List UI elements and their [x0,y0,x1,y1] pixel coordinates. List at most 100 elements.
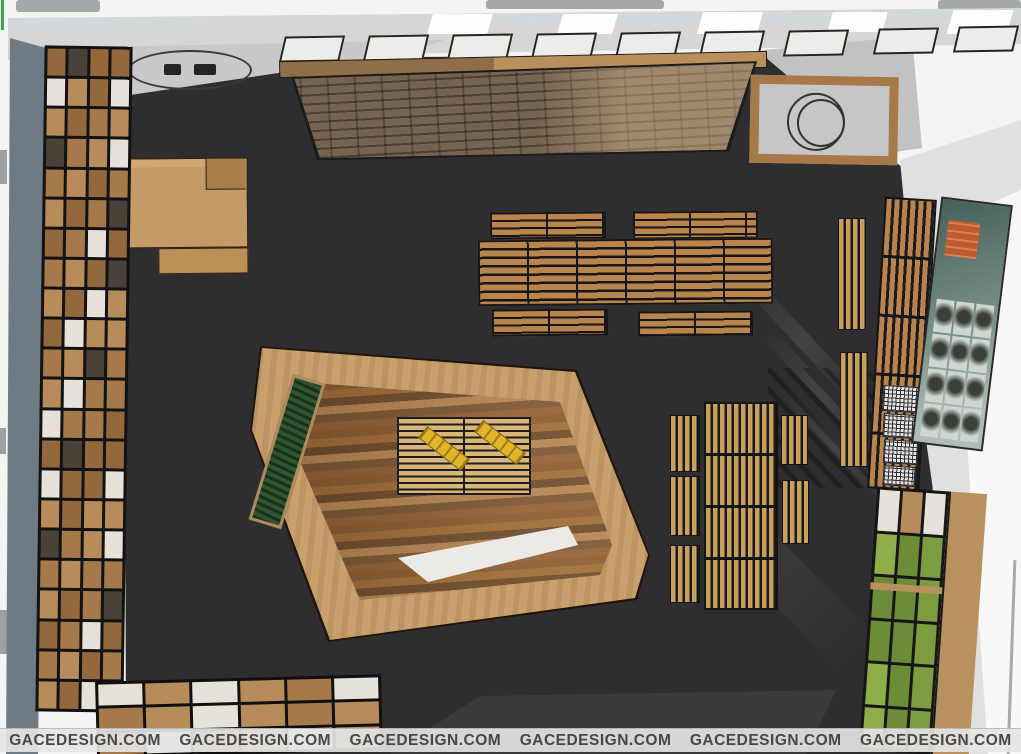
shelf-cube [103,592,122,619]
shelf-cube [193,705,238,727]
shelf-cube [43,380,62,407]
render-canvas: GACEDESIGN.COM GACEDESIGN.COM GACEDESIGN… [0,0,1021,754]
shelf-cube [335,702,380,724]
exterior-block [486,0,664,9]
shelf-cube [83,501,102,528]
mural-thumbnail [964,373,986,408]
shelf-cube [68,49,87,76]
shelf-cube [90,49,109,76]
slat-display-table [633,210,758,239]
shelf-cube [865,663,888,705]
shelf-cube [108,230,127,257]
mural-thumbnail [960,408,982,443]
mural-thumbnail [940,405,962,440]
ceiling-reflection [557,14,618,34]
counter-foot [158,247,248,274]
mural-thumbnail [920,403,942,438]
shelf-cube [45,229,64,256]
shelf-cube [897,535,920,577]
watermark-text: GACEDESIGN.COM [520,732,672,750]
axis-line [1,0,4,30]
oval-rug [128,50,252,90]
shelf-cube [64,350,83,377]
shelf-cube [86,350,105,377]
shelf-cube [145,682,190,704]
mural-thumbnail [953,301,975,336]
shelf-cube [66,229,85,256]
central-platform [245,340,655,650]
shelf-cube [44,259,63,286]
watermark-text: GACEDESIGN.COM [179,732,331,750]
shelf-cube [109,200,128,227]
mural-thumbnail [948,336,970,371]
mural-orange-panel [944,220,980,260]
mural-thumbnail [929,333,951,368]
shelf-cube [47,79,66,106]
shelf-cube [106,441,125,468]
shelf-cube [60,682,79,709]
shelf-cube [86,290,105,317]
shelf-cube [85,411,104,438]
shelf-cube [88,139,107,166]
shelf-cube [68,79,87,106]
shelf-cube [83,561,102,588]
shelf-cube [111,79,130,106]
chair [164,64,181,75]
shelf-cube [287,703,332,725]
shelf-cube [900,491,923,533]
shelf-cube [110,140,129,167]
shelf-cube [107,320,126,347]
skylight-window [783,29,849,56]
shelf-cube [111,49,130,76]
shelf-cube [192,681,237,703]
shelf-cube [65,320,84,347]
mural-thumbnails [920,299,994,443]
skylight-window [953,25,1019,52]
shelf-cube [103,622,122,649]
shelf-cube [46,109,65,136]
shelf-cube [914,623,937,665]
shelf-cube [868,620,891,662]
shelf-cube [108,290,127,317]
shelf-cube [41,500,60,527]
shelf-cube [146,707,191,729]
shelf-cube [61,561,80,588]
slat-display-table [638,310,753,336]
slat-side-table [840,352,868,467]
mural-thumbnail [968,338,990,373]
shelf-cube [84,471,103,498]
slat-side-table [781,415,808,465]
shelf-cube [62,501,81,528]
shelf-cube [82,622,101,649]
shelf-cube [99,708,144,730]
shelf-cube [63,410,82,437]
shelf-cube [42,440,61,467]
slat-display-table-large [478,238,774,307]
counter-notch [206,158,246,189]
shelf-cube [63,440,82,467]
shelf-cube [82,591,101,618]
shelf-cube [103,652,122,679]
shelf-cube [40,561,59,588]
slat-display-table [490,211,606,239]
wire-basket [882,465,915,487]
shelf-cube [81,652,100,679]
shelf-cube [86,320,105,347]
shelf-cube [104,531,123,558]
chair [194,64,216,75]
shelf-cube [334,677,379,699]
slat-side-table [670,415,700,472]
shelf-cube [65,290,84,317]
shelf-cube [41,531,60,558]
watermark-text: GACEDESIGN.COM [350,732,502,750]
slat-side-table [670,545,700,603]
shelf-cube [109,170,128,197]
corner-room [749,75,899,166]
shelf-cube [920,536,943,578]
shelf-cube [87,230,106,257]
shelf-cube [923,493,946,535]
shelf-cube [60,651,79,678]
shelf-cube [68,109,87,136]
shelf-cube [43,320,62,347]
shelf-cube [41,470,60,497]
